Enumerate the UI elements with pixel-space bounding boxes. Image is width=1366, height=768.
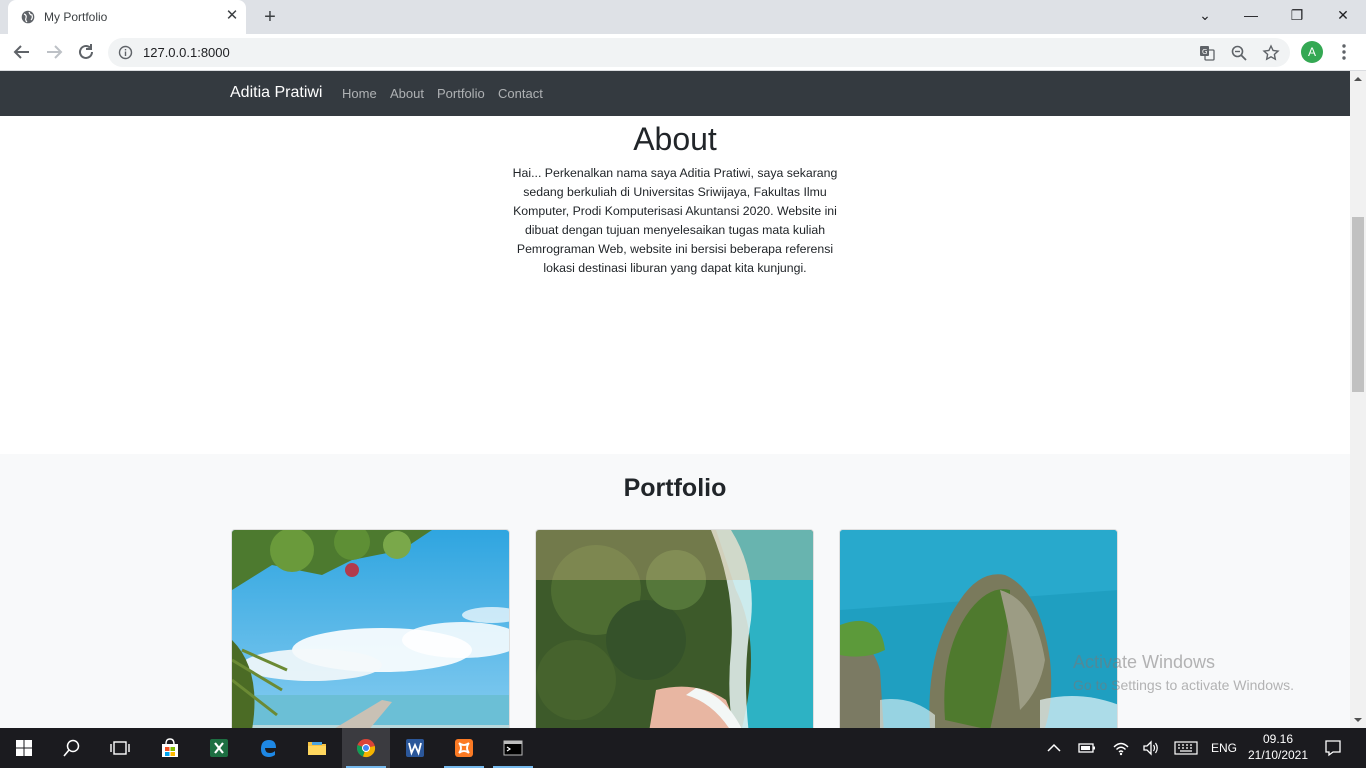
menu-kebab-icon[interactable] xyxy=(1336,42,1352,62)
edge-icon xyxy=(261,740,276,757)
portfolio-heading: Portfolio xyxy=(623,474,727,502)
bookmark-star-icon[interactable] xyxy=(1262,44,1280,62)
taskbar-word[interactable] xyxy=(391,728,439,768)
zoom-icon[interactable] xyxy=(1230,44,1248,62)
reload-icon[interactable] xyxy=(74,40,98,64)
keyboard-icon[interactable] xyxy=(1174,741,1198,755)
search-button[interactable] xyxy=(48,728,96,768)
portfolio-card-3[interactable] xyxy=(839,529,1118,728)
windows-logo-icon xyxy=(16,740,32,756)
store-bag-icon xyxy=(162,738,178,757)
site-navbar: Aditia Pratiwi Home About Portfolio Cont… xyxy=(0,71,1350,116)
windows-taskbar: ENG 09.16 21/10/2021 xyxy=(0,728,1366,768)
page-viewport: Aditia Pratiwi Home About Portfolio Cont… xyxy=(0,71,1350,728)
battery-icon[interactable] xyxy=(1078,741,1096,755)
scroll-thumb[interactable] xyxy=(1352,217,1364,392)
taskbar-xampp[interactable] xyxy=(440,728,488,768)
scroll-down-arrow-icon[interactable] xyxy=(1354,716,1362,724)
address-bar[interactable]: 127.0.0.1:8000 G xyxy=(108,38,1290,67)
navbar-brand[interactable]: Aditia Pratiwi xyxy=(230,84,322,102)
language-indicator[interactable]: ENG xyxy=(1208,728,1240,768)
nav-link-about[interactable]: About xyxy=(390,86,424,101)
nav-link-portfolio[interactable]: Portfolio xyxy=(437,86,485,101)
taskbar-edge[interactable] xyxy=(244,728,292,768)
chrome-icon xyxy=(356,739,376,758)
profile-avatar[interactable]: A xyxy=(1301,41,1323,63)
notification-icon[interactable] xyxy=(1324,739,1342,757)
info-icon[interactable] xyxy=(118,45,133,60)
nav-link-contact[interactable]: Contact xyxy=(498,86,543,101)
minimize-button[interactable]: — xyxy=(1228,0,1274,30)
browser-tab-strip: My Portfolio ✕ + ⌄ — ❐ ✕ xyxy=(0,0,1366,34)
tab-close-icon[interactable]: ✕ xyxy=(224,8,240,24)
clock-date: 21/10/2021 xyxy=(1247,748,1309,762)
taskbar-file-explorer[interactable] xyxy=(293,728,341,768)
terminal-icon xyxy=(503,740,523,756)
maximize-button[interactable]: ❐ xyxy=(1274,0,1320,30)
taskbar-terminal[interactable] xyxy=(489,728,537,768)
close-window-button[interactable]: ✕ xyxy=(1320,0,1366,30)
activate-windows-subtitle: Go to Settings to activate Windows. xyxy=(1073,677,1294,693)
xampp-icon xyxy=(455,739,473,757)
aerial-beach-cliff-photo xyxy=(536,530,813,728)
taskbar-chrome[interactable] xyxy=(342,728,390,768)
beach-pier-photo xyxy=(232,530,509,728)
taskbar-excel[interactable] xyxy=(195,728,243,768)
start-button[interactable] xyxy=(0,728,48,768)
scroll-up-arrow-icon[interactable] xyxy=(1354,75,1362,83)
globe-icon xyxy=(21,10,35,24)
clock-time: 09.16 xyxy=(1262,732,1294,746)
word-icon xyxy=(406,739,424,757)
page-scrollbar[interactable] xyxy=(1350,71,1366,728)
activate-windows-title: Activate Windows xyxy=(1073,652,1216,672)
about-paragraph: Hai... Perkenalkan nama saya Aditia Prat… xyxy=(512,166,838,275)
wifi-icon[interactable] xyxy=(1112,739,1130,757)
taskbar-clock[interactable]: 09.16 21/10/2021 xyxy=(1246,731,1310,763)
taskbar-store[interactable] xyxy=(146,728,194,768)
volume-icon[interactable] xyxy=(1142,739,1160,757)
task-view-button[interactable] xyxy=(96,728,144,768)
svg-text:G: G xyxy=(1202,48,1207,56)
search-icon xyxy=(63,739,80,757)
url-text[interactable]: 127.0.0.1:8000 xyxy=(143,45,230,60)
about-heading: About xyxy=(633,121,717,157)
tab-search-icon[interactable]: ⌄ xyxy=(1182,0,1228,30)
new-tab-button[interactable]: + xyxy=(258,6,282,28)
portfolio-card-1[interactable] xyxy=(231,529,510,728)
tray-chevron-up-icon[interactable] xyxy=(1046,741,1062,755)
portfolio-card-2[interactable] xyxy=(535,529,814,728)
excel-icon xyxy=(210,739,228,757)
tab-title: My Portfolio xyxy=(44,10,108,24)
back-arrow-icon[interactable] xyxy=(10,40,34,64)
translate-icon[interactable]: G xyxy=(1198,44,1216,62)
browser-tab[interactable]: My Portfolio ✕ xyxy=(8,0,246,34)
folder-icon xyxy=(308,742,326,755)
task-view-icon xyxy=(110,741,130,755)
forward-arrow-icon[interactable] xyxy=(42,40,66,64)
nav-link-home[interactable]: Home xyxy=(342,86,377,101)
browser-toolbar: 127.0.0.1:8000 G A xyxy=(0,34,1366,71)
sea-rock-cliff-photo xyxy=(840,530,1117,728)
